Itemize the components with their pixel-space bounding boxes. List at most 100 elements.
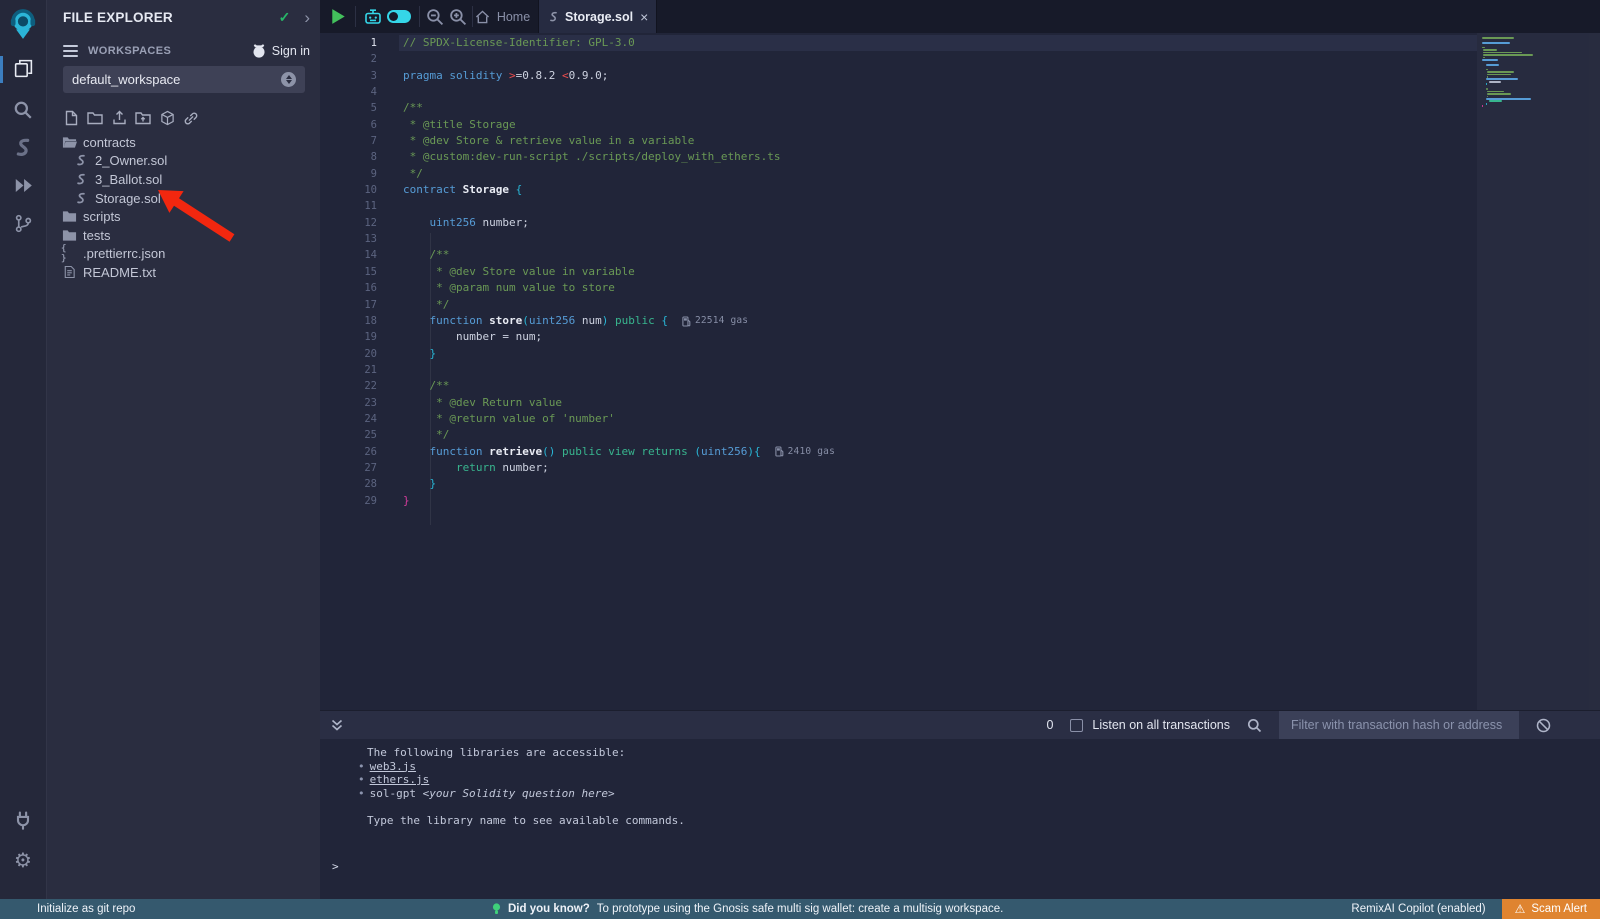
run-script-play-button[interactable]: [331, 8, 346, 25]
tree-item-scripts[interactable]: scripts: [47, 207, 320, 226]
tip-text: To prototype using the Gnosis safe multi…: [597, 903, 1004, 915]
upload-file-button[interactable]: [111, 109, 127, 127]
terminal-library-ethers: • ethers.js: [320, 773, 1600, 787]
new-folder-button[interactable]: [87, 109, 103, 127]
tab-storage-sol[interactable]: Storage.sol ×: [538, 0, 657, 33]
tree-item-storage-sol[interactable]: Storage.sol: [47, 189, 320, 208]
zoom-in-icon[interactable]: [449, 8, 467, 26]
editor-tab-bar: Home Storage.sol ×: [320, 0, 1600, 33]
transaction-count: 0: [1046, 718, 1053, 732]
settings-gear-icon[interactable]: ⚙: [0, 848, 46, 872]
minimap[interactable]: [1477, 33, 1589, 710]
listen-all-transactions-control[interactable]: Listen on all transactions: [1070, 718, 1230, 732]
code-line-26[interactable]: 26 function retrieve() public view retur…: [320, 444, 1477, 460]
listen-checkbox[interactable]: [1070, 719, 1083, 732]
terminal-library-web3: •web3.js: [320, 760, 1600, 774]
check-icon: ✓: [279, 9, 291, 26]
sign-in-button[interactable]: Sign in: [251, 44, 310, 59]
code-line-19[interactable]: 19 number = num;: [320, 329, 1477, 345]
tip-bold: Did you know?: [508, 903, 590, 915]
code-line-10[interactable]: 10contract Storage {: [320, 182, 1477, 198]
code-line-21[interactable]: 21: [320, 362, 1477, 378]
code-line-20[interactable]: 20 }: [320, 346, 1477, 362]
solidity-compiler-icon[interactable]: [0, 138, 46, 158]
link-icon-button[interactable]: [183, 109, 199, 127]
code-line-22[interactable]: 22 /**: [320, 378, 1477, 394]
tree-item-tests[interactable]: tests: [47, 226, 320, 245]
terminal-line: The following libraries are accessible:: [320, 746, 1600, 760]
code-line-6[interactable]: 6 * @title Storage: [320, 117, 1477, 133]
file-tree: contracts 2_Owner.sol 3_Ballot.sol Stora…: [47, 133, 320, 282]
chevron-right-icon[interactable]: ›: [304, 13, 310, 23]
close-tab-icon[interactable]: ×: [640, 10, 648, 24]
copilot-toggle[interactable]: [387, 10, 411, 23]
ai-copilot-robot-icon[interactable]: [363, 8, 383, 25]
plugin-manager-icon[interactable]: [0, 810, 46, 830]
ethersjs-link[interactable]: ethers.js: [370, 773, 430, 786]
scam-alert-label: Scam Alert: [1531, 903, 1587, 915]
bullet-icon: •: [358, 773, 365, 786]
clear-console-icon[interactable]: [1536, 718, 1551, 733]
web3js-link[interactable]: web3.js: [370, 760, 416, 773]
code-line-17[interactable]: 17 */: [320, 297, 1477, 313]
source-control-icon[interactable]: [0, 214, 46, 233]
workspaces-menu-icon[interactable]: [63, 42, 78, 60]
code-line-12[interactable]: 12 uint256 number;: [320, 215, 1477, 231]
code-line-4[interactable]: 4: [320, 84, 1477, 100]
code-line-3[interactable]: 3pragma solidity >=0.8.2 <0.9.0;: [320, 68, 1477, 84]
cube-icon-button[interactable]: [159, 109, 175, 127]
code-line-18[interactable]: 18 function store(uint256 num) public {2…: [320, 313, 1477, 329]
init-git-repo-button[interactable]: Initialize as git repo: [0, 903, 135, 915]
terminal-blank-line: [320, 800, 1600, 814]
code-line-2[interactable]: 2: [320, 51, 1477, 67]
upload-folder-button[interactable]: [135, 109, 151, 127]
code-line-14[interactable]: 14 /**: [320, 247, 1477, 263]
search-icon[interactable]: [0, 100, 46, 120]
code-line-24[interactable]: 24 * @return value of 'number': [320, 411, 1477, 427]
indent-guide: [430, 233, 431, 525]
file-explorer-icon[interactable]: [0, 58, 46, 79]
code-line-1[interactable]: 1// SPDX-License-Identifier: GPL-3.0: [320, 35, 1477, 51]
scam-alert-button[interactable]: ⚠ Scam Alert: [1502, 899, 1600, 919]
deploy-and-run-icon[interactable]: [0, 176, 46, 195]
tree-item-readme-txt[interactable]: README.txt: [47, 263, 320, 282]
code-line-15[interactable]: 15 * @dev Store value in variable: [320, 264, 1477, 280]
tree-item-contracts[interactable]: contracts: [47, 133, 320, 152]
code-line-11[interactable]: 11: [320, 198, 1477, 214]
tree-item-prettierrc-json[interactable]: { } .prettierrc.json: [47, 245, 320, 264]
code-line-28[interactable]: 28 }: [320, 476, 1477, 492]
transaction-filter-input[interactable]: [1279, 711, 1519, 740]
terminal-header: 0 Listen on all transactions: [320, 710, 1600, 739]
code-line-27[interactable]: 27 return number;: [320, 460, 1477, 476]
solidity-file-icon: [73, 173, 89, 186]
code-line-9[interactable]: 9 */: [320, 166, 1477, 182]
remix-logo-icon[interactable]: [0, 8, 46, 40]
code-line-8[interactable]: 8 * @custom:dev-run-script ./scripts/dep…: [320, 149, 1477, 165]
activity-bar: ⚙: [0, 0, 47, 899]
terminal-prompt[interactable]: >: [320, 860, 1600, 874]
folder-icon: [61, 229, 77, 242]
code-line-23[interactable]: 23 * @dev Return value: [320, 395, 1477, 411]
lightbulb-icon: [492, 903, 501, 916]
tree-item-3-ballot-sol[interactable]: 3_Ballot.sol: [47, 170, 320, 189]
terminal-search-icon[interactable]: [1247, 718, 1262, 733]
github-icon: [251, 44, 267, 59]
gas-estimate-badge: 2410 gas: [775, 444, 835, 460]
terminal-output[interactable]: The following libraries are accessible: …: [320, 739, 1600, 899]
new-file-button[interactable]: [63, 109, 79, 127]
editor-scrollbar[interactable]: [1589, 33, 1600, 710]
code-editor[interactable]: 1// SPDX-License-Identifier: GPL-3.023pr…: [320, 33, 1600, 710]
code-line-7[interactable]: 7 * @dev Store & retrieve value in a var…: [320, 133, 1477, 149]
code-line-29[interactable]: 29}: [320, 493, 1477, 509]
zoom-out-icon[interactable]: [426, 8, 444, 26]
solgpt-label: sol-gpt: [370, 787, 423, 800]
tab-home[interactable]: Home: [467, 0, 538, 33]
copilot-status[interactable]: RemixAI Copilot (enabled): [1351, 903, 1485, 915]
collapse-terminal-icon[interactable]: [331, 719, 343, 731]
tree-item-2-owner-sol[interactable]: 2_Owner.sol: [47, 152, 320, 171]
code-line-16[interactable]: 16 * @param num value to store: [320, 280, 1477, 296]
code-line-5[interactable]: 5/**: [320, 100, 1477, 116]
code-line-25[interactable]: 25 */: [320, 427, 1477, 443]
code-line-13[interactable]: 13: [320, 231, 1477, 247]
workspace-selector[interactable]: default_workspace: [63, 66, 305, 93]
